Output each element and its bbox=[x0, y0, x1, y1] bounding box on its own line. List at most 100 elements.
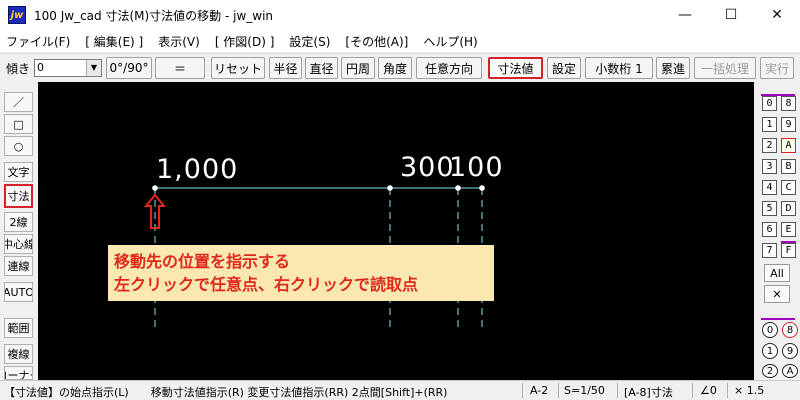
layer-e[interactable]: E bbox=[781, 222, 796, 237]
dimension-value-100[interactable]: 100 bbox=[449, 152, 504, 183]
menu-edit[interactable]: [ 編集(E) ] bbox=[85, 33, 143, 50]
all-layers-button[interactable]: All bbox=[764, 264, 790, 282]
dimension-value-300[interactable]: 300 bbox=[400, 152, 455, 183]
text-tool[interactable]: 文字 bbox=[4, 162, 33, 182]
layer-group-2[interactable]: 2 bbox=[762, 364, 778, 378]
any-direction-button[interactable]: 任意方向 bbox=[416, 57, 482, 79]
menu-other[interactable]: [その他(A)] bbox=[345, 33, 408, 50]
continuous-line-tool[interactable]: 連線 bbox=[4, 256, 33, 276]
minimize-button[interactable]: — bbox=[662, 0, 708, 30]
dimension-point-3 bbox=[455, 185, 461, 191]
auto-tool[interactable]: AUTO bbox=[4, 282, 33, 302]
window-title: 100 Jw_cad 寸法(M)寸法値の移動 - jw_win bbox=[34, 8, 274, 23]
drawing-svg bbox=[143, 185, 485, 332]
layer-f[interactable]: F bbox=[781, 243, 796, 258]
layer-6[interactable]: 6 bbox=[762, 222, 777, 237]
layer-a[interactable]: A bbox=[781, 138, 796, 153]
line-icon: ／ bbox=[13, 96, 24, 109]
layer-c[interactable]: C bbox=[781, 180, 796, 195]
dimension-toolbar: 傾き 0 ▼ 0°/90° ＝ リセット 半径 直径 円周 角度 任意方向 寸法… bbox=[0, 53, 800, 80]
layer-group-bar-2 bbox=[761, 318, 795, 320]
chevron-down-icon[interactable]: ▼ bbox=[86, 60, 101, 76]
layer-palette: 0 1 2 3 4 5 6 7 8 9 A B C D E F All ✕ 0 … bbox=[756, 82, 800, 380]
double-line-tool[interactable]: 2線 bbox=[4, 212, 33, 232]
callout-line-1: 移動先の位置を指示する bbox=[114, 252, 291, 271]
callout-line-2: 左クリックで任意点、右クリックで読取点 bbox=[114, 275, 419, 294]
center-line-tool[interactable]: 中心線 bbox=[4, 234, 33, 254]
status-scale[interactable]: S=1/50 bbox=[564, 384, 605, 397]
layer-group-8[interactable]: 8 bbox=[782, 322, 798, 338]
diameter-button[interactable]: 直径 bbox=[305, 57, 338, 79]
circle-icon: ○ bbox=[13, 139, 24, 153]
status-bar: 【寸法値】の始点指示(L) 移動寸法値指示(R) 変更寸法値指示(RR) 2点間… bbox=[0, 380, 800, 400]
layer-f-bar bbox=[781, 241, 796, 243]
decimals-button[interactable]: 小数桁 1 bbox=[585, 57, 653, 79]
reset-button[interactable]: リセット bbox=[211, 57, 265, 79]
layer-0[interactable]: 0 bbox=[762, 96, 777, 111]
window-controls: — ☐ ✕ bbox=[662, 0, 800, 30]
line-tool[interactable]: ／ bbox=[4, 92, 33, 112]
radius-button[interactable]: 半径 bbox=[269, 57, 302, 79]
status-layer[interactable]: [A-8]寸法 bbox=[624, 384, 673, 400]
up-arrow-icon bbox=[143, 193, 167, 229]
status-paper[interactable]: A-2 bbox=[530, 384, 548, 397]
drawing-canvas[interactable]: 1,000 300 100 移動先の位置を指示する 左クリックで任意点、右クリッ… bbox=[38, 82, 754, 380]
circumference-button[interactable]: 円周 bbox=[341, 57, 375, 79]
execute-button[interactable]: 実行 bbox=[760, 57, 794, 79]
layer-2[interactable]: 2 bbox=[762, 138, 777, 153]
angle-button[interactable]: 角度 bbox=[378, 57, 412, 79]
settings-button[interactable]: 設定 bbox=[547, 57, 581, 79]
cross-icon: ✕ bbox=[772, 287, 782, 301]
title-bar: jw 100 Jw_cad 寸法(M)寸法値の移動 - jw_win — ☐ ✕ bbox=[0, 0, 800, 30]
layer-cross-button[interactable]: ✕ bbox=[764, 285, 790, 303]
layer-4[interactable]: 4 bbox=[762, 180, 777, 195]
rect-tool[interactable]: □ bbox=[4, 114, 33, 134]
status-angle[interactable]: ∠0 bbox=[700, 384, 717, 397]
angle-select[interactable]: 0 ▼ bbox=[34, 59, 102, 77]
layer-group-9[interactable]: 9 bbox=[782, 343, 798, 359]
instruction-callout: 移動先の位置を指示する 左クリックで任意点、右クリックで読取点 bbox=[108, 245, 494, 301]
layer-d[interactable]: D bbox=[781, 201, 796, 216]
status-factor[interactable]: × 1.5 bbox=[734, 384, 764, 397]
jw-app-icon: jw bbox=[8, 6, 26, 24]
status-divider bbox=[727, 383, 728, 398]
status-divider bbox=[617, 383, 618, 398]
layer-1[interactable]: 1 bbox=[762, 117, 777, 132]
angle-toggle-button[interactable]: 0°/90° bbox=[106, 57, 152, 79]
menu-settings[interactable]: 設定(S) bbox=[289, 33, 330, 50]
layer-7[interactable]: 7 bbox=[762, 243, 777, 258]
status-prompt: 【寸法値】の始点指示(L) 移動寸法値指示(R) 変更寸法値指示(RR) 2点間… bbox=[4, 386, 448, 399]
layer-9[interactable]: 9 bbox=[781, 117, 796, 132]
layer-5[interactable]: 5 bbox=[762, 201, 777, 216]
circle-tool[interactable]: ○ bbox=[4, 136, 33, 156]
menu-view[interactable]: 表示(V) bbox=[158, 33, 200, 50]
rect-icon: □ bbox=[13, 117, 24, 131]
tool-palette: ／ □ ○ 文字 寸法 2線 中心線 連線 AUTO 範囲 複線 コーナー bbox=[0, 82, 37, 380]
menu-help[interactable]: ヘルプ(H) bbox=[423, 33, 477, 50]
close-button[interactable]: ✕ bbox=[754, 0, 800, 30]
cumulative-button[interactable]: 累進 bbox=[656, 57, 690, 79]
maximize-button[interactable]: ☐ bbox=[708, 0, 754, 30]
dimension-point-4 bbox=[479, 185, 485, 191]
dimension-value-1000[interactable]: 1,000 bbox=[156, 154, 238, 185]
dimension-tool[interactable]: 寸法 bbox=[4, 184, 33, 208]
layer-group-1[interactable]: 1 bbox=[762, 343, 778, 359]
status-divider bbox=[692, 383, 693, 398]
menu-file[interactable]: ファイル(F) bbox=[6, 33, 70, 50]
layer-3[interactable]: 3 bbox=[762, 159, 777, 174]
angle-select-value: 0 bbox=[37, 61, 44, 74]
equal-button[interactable]: ＝ bbox=[155, 57, 205, 79]
menu-draw[interactable]: [ 作図(D) ] bbox=[215, 33, 275, 50]
layer-group-0[interactable]: 0 bbox=[762, 322, 778, 338]
angle-label: 傾き bbox=[6, 62, 31, 76]
copy-line-tool[interactable]: 複線 bbox=[4, 344, 33, 364]
dim-value-button[interactable]: 寸法値 bbox=[488, 57, 543, 79]
range-tool[interactable]: 範囲 bbox=[4, 318, 33, 338]
layer-b[interactable]: B bbox=[781, 159, 796, 174]
batch-button[interactable]: 一括処理 bbox=[694, 57, 756, 79]
layer-8[interactable]: 8 bbox=[781, 96, 796, 111]
app-window: jw 100 Jw_cad 寸法(M)寸法値の移動 - jw_win — ☐ ✕… bbox=[0, 0, 800, 400]
layer-group-a[interactable]: A bbox=[782, 364, 798, 378]
status-divider bbox=[558, 383, 559, 398]
corner-tool[interactable]: コーナー bbox=[4, 366, 33, 380]
